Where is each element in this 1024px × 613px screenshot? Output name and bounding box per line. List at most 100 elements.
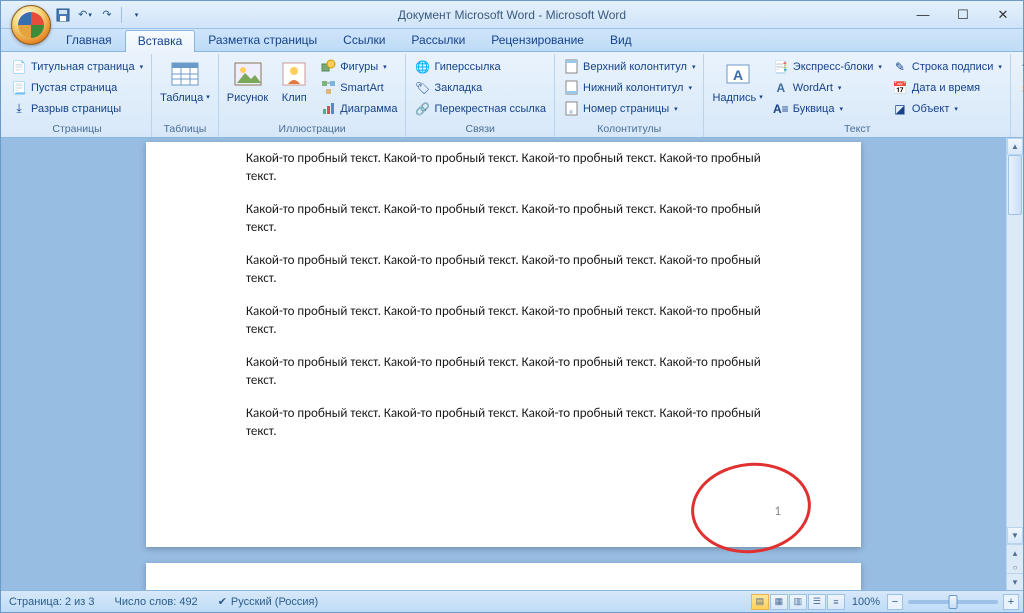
status-language[interactable]: ✔Русский (Россия) [214,595,323,608]
page-break-button[interactable]: ⤓ Разрыв страницы [7,98,147,119]
document-scroll[interactable]: Какой-то пробный текст. Какой-то пробный… [1,138,1006,590]
symbol-button[interactable]: ΩСимвол▾ [1015,77,1024,98]
label: Верхний колонтитул [583,61,687,73]
hyperlink-button[interactable]: 🌐Гиперссылка [410,56,550,77]
clipart-icon [278,58,310,90]
group-label: Символы [1015,122,1024,137]
undo-icon[interactable]: ↶▾ [75,6,95,24]
minimize-button[interactable]: — [903,5,943,25]
status-bar: Страница: 2 из 3 Число слов: 492 ✔Русски… [1,590,1023,612]
zoom-level[interactable]: 100% [852,596,880,608]
blank-page-button[interactable]: 📃Пустая страница [7,77,147,98]
tab-view[interactable]: Вид [597,29,645,51]
scroll-down-icon[interactable]: ▼ [1007,527,1023,544]
equation-icon: π [1019,59,1024,75]
equation-button[interactable]: πФормула▾ [1015,56,1024,77]
view-print-layout-icon[interactable]: ▤ [751,594,769,610]
quickparts-button[interactable]: 📑Экспресс-блоки▾ [769,56,886,77]
tab-home[interactable]: Главная [53,29,125,51]
crossref-button[interactable]: 🔗Перекрестная ссылка [410,98,550,119]
page-2[interactable] [146,563,861,590]
tab-pagelayout[interactable]: Разметка страницы [195,29,330,51]
zoom-handle[interactable] [949,595,958,609]
page-1[interactable]: Какой-то пробный текст. Какой-то пробный… [146,142,861,547]
pagenumber-icon: # [563,101,579,117]
tab-insert[interactable]: Вставка [125,30,196,52]
bookmark-button[interactable]: 🏷Закладка [410,77,550,98]
label: Титульная страница [31,61,135,73]
view-web-icon[interactable]: ▥ [789,594,807,610]
header-button[interactable]: Верхний колонтитул▾ [559,56,699,77]
clipart-button[interactable]: Клип [274,56,314,122]
scroll-track[interactable] [1007,155,1023,527]
zoom-out-button[interactable]: − [887,594,903,610]
redo-icon[interactable]: ↷ [97,6,117,24]
label: Таблица [160,92,203,104]
scroll-up-icon[interactable]: ▲ [1007,138,1023,155]
dropcap-button[interactable]: A≡Буквица▾ [769,98,886,119]
shapes-icon [320,59,336,75]
view-fullscreen-icon[interactable]: ▦ [770,594,788,610]
paragraph[interactable]: Какой-то пробный текст. Какой-то пробный… [246,303,781,338]
footer-button[interactable]: Нижний колонтитул▾ [559,77,699,98]
window-controls: — ☐ ✕ [903,5,1023,25]
cover-page-button[interactable]: 📄Титульная страница▾ [7,56,147,77]
paragraph[interactable]: Какой-то пробный текст. Какой-то пробный… [246,252,781,287]
group-headerfooter: Верхний колонтитул▾ Нижний колонтитул▾ #… [555,54,704,137]
qat-customize-icon[interactable]: ▾ [126,6,146,24]
svg-text:A: A [733,67,743,83]
view-draft-icon[interactable]: ≡ [827,594,845,610]
paragraph[interactable]: Какой-то пробный текст. Какой-то пробный… [246,354,781,389]
label: Рисунок [227,92,269,104]
shapes-button[interactable]: Фигуры▾ [316,56,401,77]
next-page-icon[interactable]: ▾ [1007,573,1023,590]
object-button[interactable]: ◪Объект▾ [888,98,1006,119]
table-button[interactable]: Таблица▾ [156,56,214,122]
label: Разрыв страницы [31,103,121,115]
paragraph[interactable]: Какой-то пробный текст. Какой-то пробный… [246,150,781,185]
datetime-button[interactable]: 📅Дата и время [888,77,1006,98]
status-wordcount[interactable]: Число слов: 492 [111,596,202,608]
paragraph[interactable]: Какой-то пробный текст. Какой-то пробный… [246,201,781,236]
maximize-button[interactable]: ☐ [943,5,983,25]
vertical-scrollbar[interactable]: ▲ ▼ ▴ ○ ▾ [1006,138,1023,590]
title-bar: ↶▾ ↷ ▾ Документ Microsoft Word - Microso… [1,1,1023,29]
page-break-icon: ⤓ [11,101,27,117]
group-label: Текст [708,122,1005,137]
window-title: Документ Microsoft Word - Microsoft Word [398,8,626,22]
pagenumber-button[interactable]: #Номер страницы▾ [559,98,699,119]
browse-object-icon[interactable]: ○ [1007,561,1023,573]
picture-button[interactable]: Рисунок [223,56,273,122]
tab-review[interactable]: Рецензирование [478,29,597,51]
zoom-slider[interactable] [908,600,998,604]
quick-access-toolbar: ↶▾ ↷ ▾ [53,6,146,24]
label: Диаграмма [340,103,397,115]
quickparts-icon: 📑 [773,59,789,75]
close-button[interactable]: ✕ [983,5,1023,25]
office-button[interactable] [11,5,51,45]
group-text: A Надпись▾ 📑Экспресс-блоки▾ AWordArt▾ A≡… [704,54,1010,137]
scroll-thumb[interactable] [1008,155,1022,215]
group-label: Связи [410,122,550,137]
paragraph[interactable]: Какой-то пробный текст. Какой-то пробный… [246,405,781,440]
smartart-button[interactable]: SmartArt [316,77,401,98]
group-links: 🌐Гиперссылка 🏷Закладка 🔗Перекрестная ссы… [406,54,555,137]
tab-references[interactable]: Ссылки [330,29,398,51]
crossref-icon: 🔗 [414,101,430,117]
wordart-button[interactable]: AWordArt▾ [769,77,886,98]
label: Надпись [712,92,756,104]
tab-mailings[interactable]: Рассылки [398,29,478,51]
save-icon[interactable] [53,6,73,24]
prev-page-icon[interactable]: ▴ [1007,544,1023,561]
textbox-button[interactable]: A Надпись▾ [708,56,766,122]
signature-button[interactable]: ✎Строка подписи▾ [888,56,1006,77]
chart-icon [320,101,336,117]
view-outline-icon[interactable]: ☰ [808,594,826,610]
group-symbols: πФормула▾ ΩСимвол▾ Символы [1011,54,1024,137]
status-page[interactable]: Страница: 2 из 3 [5,596,99,608]
label: Гиперссылка [434,61,500,73]
page-number-footer: 1 [774,504,781,519]
zoom-in-button[interactable]: + [1003,594,1019,610]
chart-button[interactable]: Диаграмма [316,98,401,119]
group-pages: 📄Титульная страница▾ 📃Пустая страница ⤓ Р… [3,54,152,137]
